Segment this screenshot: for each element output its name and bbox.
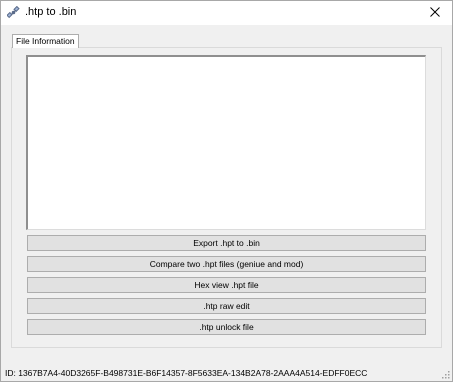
export-hpt-to-bin-button[interactable]: Export .hpt to .bin: [27, 235, 426, 251]
satellite-icon: [6, 5, 20, 19]
main-window: .htp to .bin File Information Export .hp…: [0, 0, 453, 382]
htp-raw-edit-button[interactable]: .htp raw edit: [27, 298, 426, 314]
compare-hpt-files-button[interactable]: Compare two .hpt files (geniue and mod): [27, 256, 426, 272]
device-id-text: ID: 1367B7A4-40D3265F-B498731E-B6F14357-…: [5, 368, 368, 378]
file-info-box[interactable]: [26, 55, 426, 230]
hex-view-button[interactable]: Hex view .hpt file: [27, 277, 426, 293]
resize-grip-icon[interactable]: [440, 369, 450, 379]
htp-unlock-file-button[interactable]: .htp unlock file: [27, 319, 426, 335]
status-bar: ID: 1367B7A4-40D3265F-B498731E-B6F14357-…: [1, 365, 452, 381]
close-button[interactable]: [418, 1, 452, 25]
window-title: .htp to .bin: [25, 6, 77, 18]
close-icon: [430, 7, 440, 19]
title-bar[interactable]: .htp to .bin: [1, 1, 452, 25]
tab-strip: File Information: [12, 34, 79, 48]
tab-file-information[interactable]: File Information: [12, 34, 79, 48]
